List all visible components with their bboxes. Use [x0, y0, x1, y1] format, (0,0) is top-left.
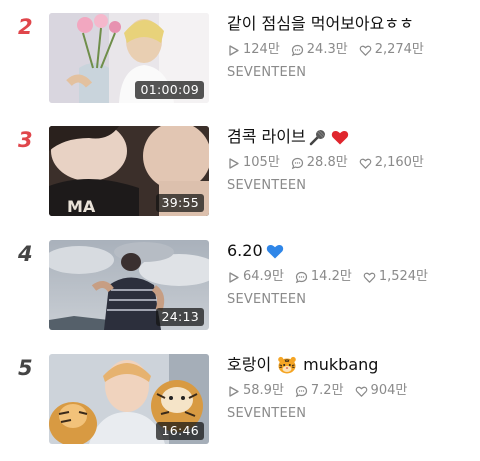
blue-heart-emoji	[265, 241, 285, 261]
heart-icon	[359, 158, 372, 169]
svg-text:MA: MA	[67, 197, 96, 216]
video-duration: 01:00:09	[135, 81, 204, 99]
video-thumbnail[interactable]: 16:46	[49, 354, 209, 444]
tiger-emoji	[277, 355, 297, 375]
heart-icon	[359, 45, 372, 56]
video-info: 겸콕 라이브 105만 28.8만 2,160만 SEVENTEEN	[227, 126, 477, 195]
comment-icon	[291, 157, 303, 169]
play-count: 58.9만	[227, 382, 284, 400]
video-title-text: 겸콕 라이브	[227, 127, 306, 146]
video-thumbnail[interactable]: MA 39:55	[49, 126, 209, 216]
like-count: 2,160만	[359, 154, 424, 172]
rank-number: 3	[18, 128, 33, 152]
play-count-value: 105만	[243, 155, 280, 170]
like-count: 904만	[355, 382, 408, 400]
rank-number: 4	[18, 242, 33, 266]
video-title[interactable]: 6.20	[227, 240, 477, 262]
comment-count-value: 7.2만	[310, 383, 344, 398]
video-title-text: 같이 점심을 먹어보아요ㅎㅎ	[227, 14, 414, 33]
microphone-emoji	[308, 127, 328, 147]
video-info: 6.20 64.9만 14.2만 1,524만 SEVENTEEN	[227, 240, 477, 309]
heart-icon	[355, 386, 367, 397]
play-count: 124만	[227, 41, 280, 59]
like-count-value: 904만	[370, 383, 408, 398]
video-title-text: 6.20	[227, 241, 263, 260]
play-icon	[229, 157, 239, 169]
video-info: 호랑이 mukbang 58.9만 7.2만 904만 SEVENTEEN	[227, 354, 477, 423]
play-count-value: 58.9만	[243, 383, 284, 398]
video-list-item[interactable]: 3 MA 39:55 겸콕 라이브 105만 28.8만 2,160만 SEVE…	[0, 126, 480, 218]
play-count-value: 64.9만	[243, 269, 284, 284]
like-count-value: 2,274만	[374, 42, 424, 57]
like-count-value: 1,524만	[378, 269, 428, 284]
comment-count-value: 28.8만	[306, 155, 348, 170]
comment-count-value: 14.2만	[310, 269, 352, 284]
video-stats: 64.9만 14.2만 1,524만	[227, 268, 477, 286]
play-icon	[229, 44, 239, 56]
video-list-item[interactable]: 4 24:13 6.20 64.9만 14.2만 1,524만 SEVENTEE…	[0, 240, 480, 332]
rank-number: 5	[18, 356, 33, 380]
play-icon	[229, 385, 239, 397]
play-count: 64.9만	[227, 268, 284, 286]
video-stats: 124만 24.3만 2,274만	[227, 41, 477, 59]
like-count: 1,524만	[363, 268, 428, 286]
video-duration: 16:46	[156, 422, 204, 440]
channel-name[interactable]: SEVENTEEN	[227, 405, 477, 423]
video-title-text: 호랑이	[227, 355, 272, 374]
play-icon	[229, 271, 239, 283]
video-list-item[interactable]: 5 16:46 호랑이 mukbang 58.9만 7.2만 904만 SEVE…	[0, 354, 480, 446]
video-list-item[interactable]: 2 01:00:09 같이 점심을 먹어보아요ㅎㅎ 124만 24.3만 2,2…	[0, 13, 480, 105]
comment-count-value: 24.3만	[306, 42, 348, 57]
channel-name[interactable]: SEVENTEEN	[227, 64, 477, 82]
comment-count: 24.3만	[291, 41, 348, 59]
heart-icon	[363, 272, 376, 283]
like-count: 2,274만	[359, 41, 424, 59]
video-title-suffix: mukbang	[303, 355, 379, 374]
rank-number: 2	[18, 15, 33, 39]
video-info: 같이 점심을 먹어보아요ㅎㅎ 124만 24.3만 2,274만 SEVENTE…	[227, 13, 477, 82]
video-thumbnail[interactable]: 24:13	[49, 240, 209, 330]
comment-icon	[291, 44, 303, 56]
video-title[interactable]: 겸콕 라이브	[227, 126, 477, 148]
comment-count: 7.2만	[295, 382, 344, 400]
video-duration: 39:55	[156, 194, 204, 212]
video-stats: 105만 28.8만 2,160만	[227, 154, 477, 172]
comment-count: 28.8만	[291, 154, 348, 172]
video-stats: 58.9만 7.2만 904만	[227, 382, 477, 400]
like-count-value: 2,160만	[374, 155, 424, 170]
channel-name[interactable]: SEVENTEEN	[227, 177, 477, 195]
channel-name[interactable]: SEVENTEEN	[227, 291, 477, 309]
comment-icon	[295, 385, 308, 397]
play-count-value: 124만	[243, 42, 280, 57]
video-thumbnail[interactable]: 01:00:09	[49, 13, 209, 103]
comment-icon	[295, 271, 308, 283]
video-title[interactable]: 호랑이 mukbang	[227, 354, 477, 376]
video-duration: 24:13	[156, 308, 204, 326]
play-count: 105만	[227, 154, 280, 172]
video-ranking-list: 2 01:00:09 같이 점심을 먹어보아요ㅎㅎ 124만 24.3만 2,2…	[0, 0, 480, 461]
video-title[interactable]: 같이 점심을 먹어보아요ㅎㅎ	[227, 13, 477, 35]
red-heart-emoji	[330, 127, 350, 147]
comment-count: 14.2만	[295, 268, 352, 286]
